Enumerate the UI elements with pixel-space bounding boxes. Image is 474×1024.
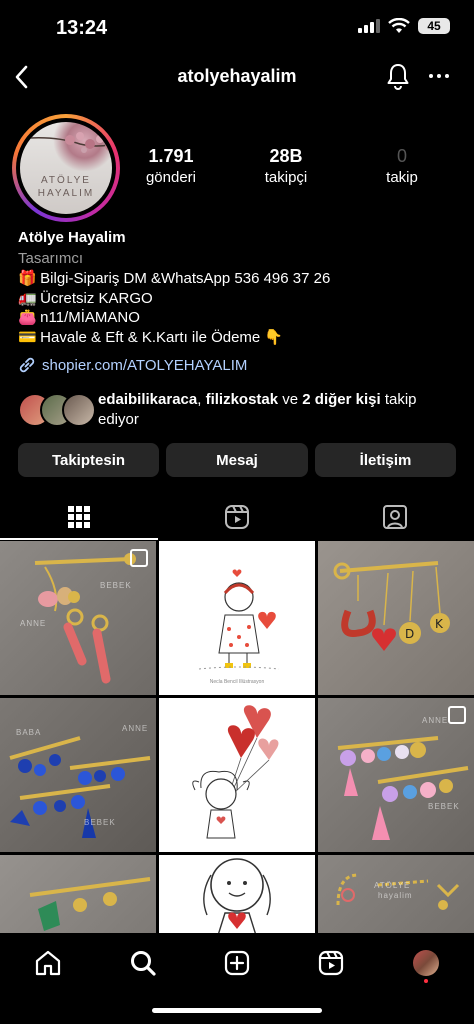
- posts-grid: BEBEK ANNE Necla Bencil Illüstrasyon D K: [0, 541, 474, 933]
- grid-post[interactable]: BABA ANNE BEBEK: [0, 698, 156, 852]
- bio-line: 💳 Havale & Eft & K.Kartı ile Ödeme 👇: [18, 328, 284, 346]
- profile-link-text[interactable]: shopier.com/ATOLYEHAYALIM: [42, 357, 247, 374]
- grid-icon: [68, 506, 90, 528]
- stat-following-value: 0: [396, 146, 407, 166]
- post-watermark: ANNE: [20, 619, 47, 628]
- post-watermark: hayalim: [378, 891, 413, 900]
- tab-tagged[interactable]: [316, 494, 474, 540]
- stat-followers-label: takipçi: [264, 169, 308, 186]
- post-watermark: BEBEK: [100, 581, 132, 590]
- avatar-logo-text: ATÖLYE HAYALIM: [37, 175, 95, 199]
- jewelry-pin-image: [29, 877, 151, 931]
- grid-post[interactable]: [0, 855, 156, 933]
- jewelry-pin-image: [9, 736, 151, 838]
- nav-reels[interactable]: [311, 943, 351, 983]
- profile-tabs: [0, 494, 474, 540]
- reels-icon: [225, 505, 249, 529]
- nav-create[interactable]: [217, 943, 257, 983]
- post-caption: Necla Bencil Illüstrasyon: [209, 679, 265, 685]
- grid-post[interactable]: D K: [318, 541, 474, 695]
- profile-name: Atölye Hayalim: [18, 229, 126, 246]
- post-watermark: ANNE: [122, 724, 149, 733]
- profile-link[interactable]: shopier.com/ATOLYEHAYALIM: [18, 356, 247, 374]
- stat-posts-value: 1.791: [148, 146, 194, 166]
- stat-followers[interactable]: 28B takipçi: [236, 146, 336, 186]
- home-icon: [35, 950, 61, 976]
- grid-post[interactable]: BEBEK ANNE: [0, 541, 156, 695]
- notification-dot: [424, 979, 428, 983]
- stat-posts[interactable]: 1.791 gönderi: [121, 146, 221, 186]
- status-bar: 13:24 45: [0, 0, 474, 58]
- create-icon: [224, 950, 250, 976]
- stat-following[interactable]: 0 takip: [352, 146, 452, 186]
- tab-reels[interactable]: [158, 494, 316, 540]
- grid-post[interactable]: [159, 855, 315, 933]
- following-button[interactable]: Takiptesin: [18, 443, 159, 477]
- followed-by-text: edaibilikaraca, filizkostak ve 2 diğer k…: [98, 391, 417, 428]
- post-watermark: BEBEK: [428, 802, 460, 811]
- multiple-photos-icon: [130, 549, 148, 567]
- jewelry-pin-image: D K: [333, 561, 450, 651]
- grid-post[interactable]: [159, 698, 315, 852]
- profile-category: Tasarımcı: [18, 250, 84, 267]
- post-watermark: ANNE: [422, 716, 449, 725]
- more-icon[interactable]: [428, 62, 450, 90]
- status-icons: 45: [358, 18, 450, 34]
- grid-post[interactable]: ANNE BEBEK: [318, 698, 474, 852]
- nav-search[interactable]: [123, 943, 163, 983]
- wifi-icon: [388, 18, 410, 33]
- svg-text:D: D: [405, 627, 414, 641]
- grid-post[interactable]: ATÖLYE hayalim: [318, 855, 474, 933]
- profile-avatar-story-ring[interactable]: ATÖLYE HAYALIM: [12, 114, 120, 222]
- tagged-icon: [383, 505, 407, 529]
- followed-by[interactable]: edaibilikaraca, filizkostak ve 2 diğer k…: [18, 390, 458, 430]
- reels-icon: [318, 950, 344, 976]
- post-watermark: BABA: [16, 728, 42, 737]
- stat-followers-value: 28B: [269, 146, 303, 166]
- follower-avatar: [62, 393, 96, 427]
- grid-post[interactable]: Necla Bencil Illüstrasyon: [159, 541, 315, 695]
- message-button[interactable]: Mesaj: [166, 443, 308, 477]
- profile-avatar: ATÖLYE HAYALIM: [20, 122, 112, 214]
- girl-balloons-drawing-image: [192, 705, 279, 839]
- bio-line: 🚛 Ücretsiz KARGO: [18, 289, 153, 307]
- stat-posts-label: gönderi: [145, 169, 197, 186]
- status-time: 13:24: [56, 17, 108, 39]
- bio-line: 🎁 Bilgi-Sipariş DM &WhatsApp 536 496 37 …: [18, 270, 331, 287]
- svg-text:K: K: [435, 617, 444, 631]
- home-indicator: [152, 1008, 322, 1013]
- girl-drawing-image: [203, 858, 271, 933]
- tab-grid[interactable]: [0, 494, 158, 540]
- cherry-branch-icon: [20, 132, 112, 153]
- contact-button[interactable]: İletişim: [315, 443, 456, 477]
- multiple-photos-icon: [448, 706, 466, 724]
- signal-icon: [358, 19, 380, 33]
- link-icon: [19, 357, 35, 373]
- search-icon: [131, 951, 156, 976]
- nav-home[interactable]: [28, 943, 68, 983]
- stat-following-label: takip: [386, 169, 418, 186]
- nav-profile[interactable]: [406, 943, 446, 983]
- profile-avatar: [413, 950, 439, 976]
- bell-icon[interactable]: [386, 62, 410, 90]
- battery-icon: 45: [418, 18, 450, 34]
- active-tab-indicator: [0, 538, 158, 540]
- profile-header: atolyehayalim: [0, 58, 474, 98]
- profile-bio: 🎁 Bilgi-Sipariş DM &WhatsApp 536 496 37 …: [18, 269, 330, 347]
- bio-line: 👛 n11/MİAMANO: [18, 309, 140, 326]
- post-watermark: BEBEK: [84, 818, 116, 827]
- post-watermark: ATÖLYE: [374, 881, 411, 890]
- girl-drawing-image: [198, 569, 280, 670]
